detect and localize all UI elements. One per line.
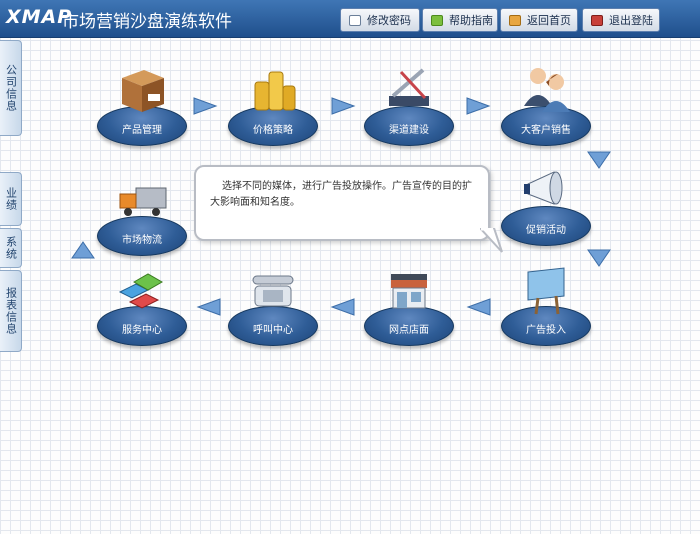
node-channel-building[interactable]: 渠道建设 xyxy=(364,62,454,162)
arrow-right-icon xyxy=(331,97,356,115)
arrow-right-icon xyxy=(193,97,218,115)
tooltip-tail xyxy=(480,228,503,253)
change-password-button[interactable]: 修改密码 xyxy=(340,8,420,32)
coins-icon xyxy=(254,71,296,111)
truck-icon xyxy=(119,187,167,216)
tab-company-info[interactable]: 公司信息 xyxy=(0,40,22,136)
node-promotion[interactable]: 促销活动 xyxy=(501,162,591,262)
tools-icon xyxy=(389,68,429,106)
tab-reports[interactable]: 报表信息 xyxy=(0,270,22,352)
billboard-icon xyxy=(527,267,565,315)
tab-company-info-label: 公司信息 xyxy=(4,64,18,112)
product-box-icon xyxy=(122,70,164,112)
tooltip-text: 选择不同的媒体，进行广告投放操作。广告宣传的目的扩大影响面和知名度。 xyxy=(210,181,472,208)
node-price-strategy[interactable]: 价格策略 xyxy=(228,62,318,162)
node-label: 渠道建设 xyxy=(389,125,429,136)
help-icon xyxy=(431,14,443,26)
storefront-icon xyxy=(391,274,427,309)
arrow-down-icon xyxy=(587,151,611,169)
node-label: 价格策略 xyxy=(253,125,293,136)
node-label: 呼叫中心 xyxy=(253,325,293,336)
telephone-icon xyxy=(252,275,294,307)
tab-system[interactable]: 系统 xyxy=(0,228,22,268)
customers-icon xyxy=(524,68,570,112)
node-label: 市场物流 xyxy=(122,235,162,246)
app-header: XMAP 市场营销沙盘演练软件 修改密码 帮助指南 返回首页 退出登陆 xyxy=(0,0,700,38)
node-label: 网点店面 xyxy=(389,325,429,336)
description-tooltip: 选择不同的媒体，进行广告投放操作。广告宣传的目的扩大影响面和知名度。 xyxy=(194,165,490,241)
tab-performance-label: 业绩 xyxy=(4,187,18,211)
home-icon xyxy=(509,14,521,26)
node-key-account-sales[interactable]: 大客户销售 xyxy=(501,62,591,162)
change-password-label: 修改密码 xyxy=(367,14,411,27)
arrow-down-icon xyxy=(587,249,611,267)
arrow-left-icon xyxy=(196,298,221,316)
tab-system-label: 系统 xyxy=(4,236,18,260)
home-button[interactable]: 返回首页 xyxy=(500,8,578,32)
arrow-right-icon xyxy=(466,97,491,115)
megaphone-icon xyxy=(524,171,563,205)
exit-icon xyxy=(591,14,603,26)
node-retail-outlets[interactable]: 网点店面 xyxy=(364,262,454,362)
node-label: 广告投入 xyxy=(526,325,566,336)
node-product-management[interactable]: 产品管理 xyxy=(97,62,187,162)
help-guide-button[interactable]: 帮助指南 xyxy=(422,8,498,32)
node-label: 服务中心 xyxy=(122,325,162,336)
tab-performance[interactable]: 业绩 xyxy=(0,172,22,226)
app-title: 市场营销沙盘演练软件 xyxy=(62,12,232,32)
node-label: 促销活动 xyxy=(526,225,566,236)
home-label: 返回首页 xyxy=(527,14,571,27)
arrow-left-icon xyxy=(466,298,491,316)
logout-label: 退出登陆 xyxy=(609,14,653,27)
node-market-logistics[interactable]: 市场物流 xyxy=(97,172,187,272)
arrow-up-icon xyxy=(71,241,95,259)
node-label: 产品管理 xyxy=(122,125,162,136)
node-call-center[interactable]: 呼叫中心 xyxy=(228,262,318,362)
envelope-icon xyxy=(349,14,361,26)
arrow-left-icon xyxy=(330,298,355,316)
help-guide-label: 帮助指南 xyxy=(449,14,493,27)
service-blocks-icon xyxy=(118,273,164,309)
node-service-center[interactable]: 服务中心 xyxy=(97,262,187,362)
logout-button[interactable]: 退出登陆 xyxy=(582,8,660,32)
node-advertising[interactable]: 广告投入 xyxy=(501,262,591,362)
tab-reports-label: 报表信息 xyxy=(4,287,18,335)
node-label: 大客户销售 xyxy=(521,125,571,136)
